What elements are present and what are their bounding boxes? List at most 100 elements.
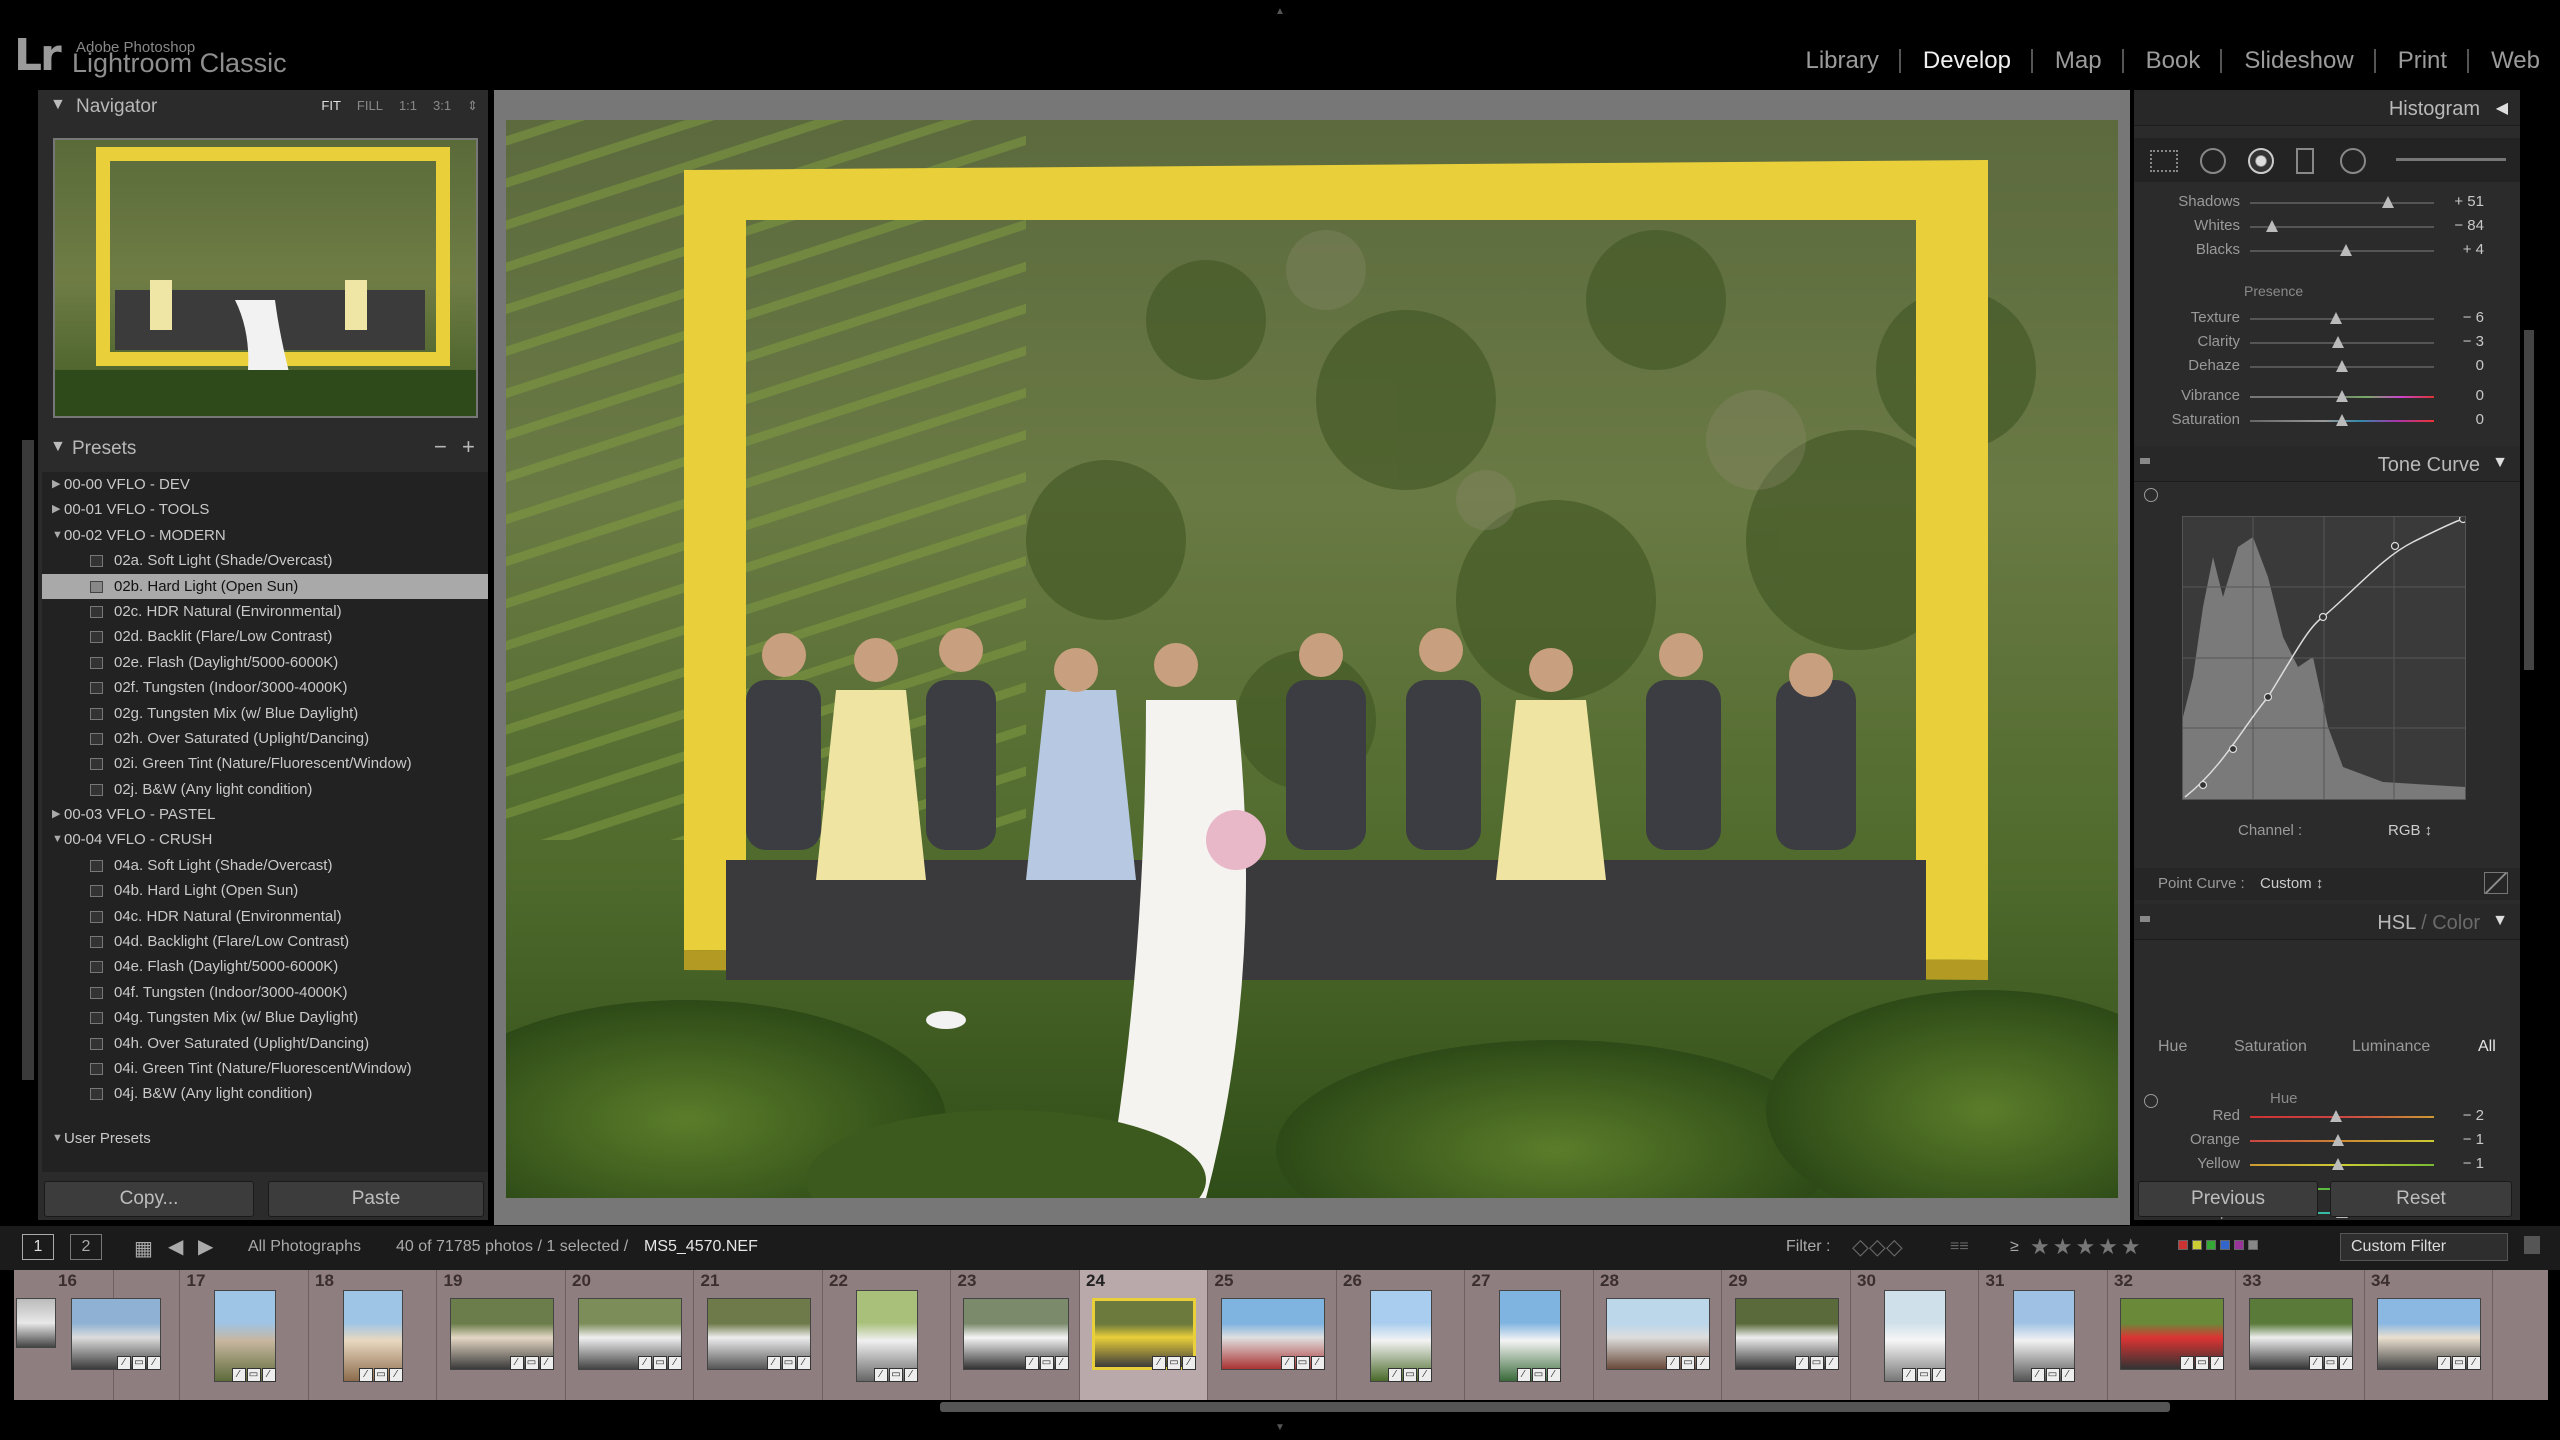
filmstrip-cell[interactable]: 21 ⁄ ▭ ⁄ [695,1270,823,1400]
zoom-1-1[interactable]: 1:1 [399,98,417,114]
expand-triangle-icon[interactable]: ▼ [52,523,63,548]
preset-folder[interactable]: ▼ 00-02 VFLO - MODERN [42,523,488,548]
module-library[interactable]: Library [1784,44,1899,78]
preset-item[interactable]: 02e. Flash (Daylight/5000-6000K) [42,650,488,675]
expand-triangle-icon[interactable]: ▼ [52,827,63,852]
tab-all[interactable]: All [2478,1038,2496,1056]
red-eye-icon[interactable] [2248,148,2274,174]
filmstrip-cell[interactable]: 16 ⁄ ▭ ⁄ [52,1270,180,1400]
slider-value[interactable]: − 6 [2424,309,2484,326]
slider-orange[interactable]: Orange − 1 [2134,1128,2520,1152]
slider-vibrance[interactable]: Vibrance 0 [2134,384,2520,408]
brush-slider-icon[interactable] [2396,158,2506,161]
slider-clarity[interactable]: Clarity − 3 [2134,330,2520,354]
slider-value[interactable]: − 3 [2424,333,2484,350]
slider-knob[interactable] [2266,220,2279,232]
preset-folder[interactable]: ▶ 00-03 VFLO - PASTEL [42,802,488,827]
preset-item[interactable]: 04d. Backlight (Flare/Low Contrast) [42,929,488,954]
collapsed-triangle-icon[interactable]: ▶ [52,802,60,827]
filmstrip-cell[interactable]: 26 ⁄ ▭ ⁄ [1337,1270,1465,1400]
tone-curve-graph[interactable] [2182,514,2468,800]
tone-curve-header[interactable]: Tone Curve ▼ [2134,446,2520,482]
zoom-3-1[interactable]: 3:1 [433,98,451,114]
filmstrip-cell[interactable]: 27 ⁄ ▭ ⁄ [1466,1270,1594,1400]
preset-item[interactable]: 02c. HDR Natural (Environmental) [42,599,488,624]
slider-knob[interactable] [2336,360,2348,372]
collapse-triangle-icon[interactable]: ▼ [50,96,66,114]
filmstrip-cell[interactable]: 33 ⁄ ▭ ⁄ [2237,1270,2365,1400]
second-window-button[interactable]: 2 [70,1234,102,1260]
preset-item[interactable]: 04h. Over Saturated (Uplight/Dancing) [42,1031,488,1056]
preset-item[interactable]: 04g. Tungsten Mix (w/ Blue Daylight) [42,1005,488,1030]
hsl-title-color[interactable]: / Color [2416,912,2480,934]
slider-red[interactable]: Red − 2 [2134,1104,2520,1128]
slider-texture[interactable]: Texture − 6 [2134,306,2520,330]
slider-shadows[interactable]: Shadows + 51 [2134,190,2520,214]
collapse-top-handle-icon[interactable]: ▲ [1275,6,1285,17]
filmstrip-cell[interactable]: 31 ⁄ ▭ ⁄ [1980,1270,2108,1400]
module-slideshow[interactable]: Slideshow [2222,44,2373,78]
red-label-icon[interactable] [2178,1240,2188,1250]
back-arrow-icon[interactable]: ◀ [168,1234,183,1259]
slider-knob[interactable] [2336,414,2348,426]
reset-button[interactable]: Reset [2330,1181,2512,1217]
preset-item[interactable]: 02b. Hard Light (Open Sun) [42,573,488,599]
preset-item[interactable]: 04j. B&W (Any light condition) [42,1081,488,1106]
blue-label-icon[interactable] [2220,1240,2230,1250]
preset-item[interactable]: 04a. Soft Light (Shade/Overcast) [42,853,488,878]
spot-removal-icon[interactable] [2200,148,2226,174]
filmstrip-cell[interactable]: 23 ⁄ ▭ ⁄ [952,1270,1080,1400]
slider-yellow[interactable]: Yellow − 1 [2134,1152,2520,1176]
tab-saturation[interactable]: Saturation [2234,1038,2307,1056]
slider-blacks[interactable]: Blacks + 4 [2134,238,2520,262]
preset-folder[interactable]: ▼ 00-04 VFLO - CRUSH [42,827,488,852]
preset-item[interactable]: 02j. B&W (Any light condition) [42,777,488,802]
navigator-header[interactable]: ▼ Navigator FIT FILL 1:1 3:1 ⇕ [38,90,488,124]
main-window-button[interactable]: 1 [22,1234,54,1260]
slider-knob[interactable] [2330,312,2343,324]
copy-button[interactable]: Copy... [44,1181,254,1217]
tab-luminance[interactable]: Luminance [2352,1038,2430,1056]
module-print[interactable]: Print [2376,44,2467,78]
presets-header[interactable]: ▼ Presets − + [38,430,488,464]
filmstrip-cell[interactable]: 20 ⁄ ▭ ⁄ [566,1270,694,1400]
edit-filter-icon[interactable]: ≡≡ [1950,1238,1969,1256]
slider-value[interactable]: − 1 [2424,1131,2484,1148]
preset-folder[interactable]: ▶ 00-00 VFLO - DEV [42,472,488,497]
panel-switch-icon[interactable] [2140,916,2150,922]
star-rating-filter[interactable]: ★★★★★ [2030,1234,2144,1260]
preset-item[interactable]: 02g. Tungsten Mix (w/ Blue Daylight) [42,701,488,726]
color-label-filter[interactable] [2178,1240,2258,1250]
slider-knob[interactable] [2332,336,2345,348]
current-filename[interactable]: MS5_4570.NEF [644,1238,758,1256]
target-adjust-icon[interactable] [2144,488,2158,502]
navigator-preview[interactable] [53,138,478,418]
histogram-header[interactable]: Histogram ◀ [2134,90,2520,126]
slider-value[interactable]: + 51 [2424,193,2484,210]
collapsed-triangle-icon[interactable]: ▶ [52,472,60,497]
preset-item[interactable]: 02a. Soft Light (Shade/Overcast) [42,548,488,573]
previous-button[interactable]: Previous [2138,1181,2318,1217]
slider-value[interactable]: − 2 [2424,1107,2484,1124]
tab-hue[interactable]: Hue [2158,1038,2187,1056]
slider-track[interactable] [2250,202,2434,204]
edit-point-curve-icon[interactable] [2484,872,2508,894]
remove-preset-button[interactable]: − [434,434,447,460]
grid-view-icon[interactable]: ▦ [134,1236,153,1261]
zoom-stepper-icon[interactable]: ⇕ [467,98,478,114]
left-panel-scrollbar[interactable] [22,440,34,1080]
module-web[interactable]: Web [2469,44,2560,78]
collapse-bottom-handle-icon[interactable]: ▼ [1275,1422,1285,1433]
rating-operator[interactable]: ≥ [2010,1238,2019,1256]
point-curve-select[interactable]: Custom ↕ [2260,875,2323,892]
slider-knob[interactable] [2330,1110,2343,1122]
preset-item[interactable]: 02d. Backlit (Flare/Low Contrast) [42,624,488,649]
channel-select[interactable]: RGB ↕ [2388,822,2432,839]
source-label[interactable]: All Photographs [248,1238,361,1256]
filmstrip-cell[interactable]: 34 ⁄ ▭ ⁄ [2365,1270,2493,1400]
right-panel-scrollbar[interactable] [2524,330,2534,670]
collapse-triangle-icon[interactable]: ◀ [2496,98,2508,118]
preset-item[interactable]: 04f. Tungsten (Indoor/3000-4000K) [42,980,488,1005]
slider-knob[interactable] [2336,390,2348,402]
slider-whites[interactable]: Whites − 84 [2134,214,2520,238]
